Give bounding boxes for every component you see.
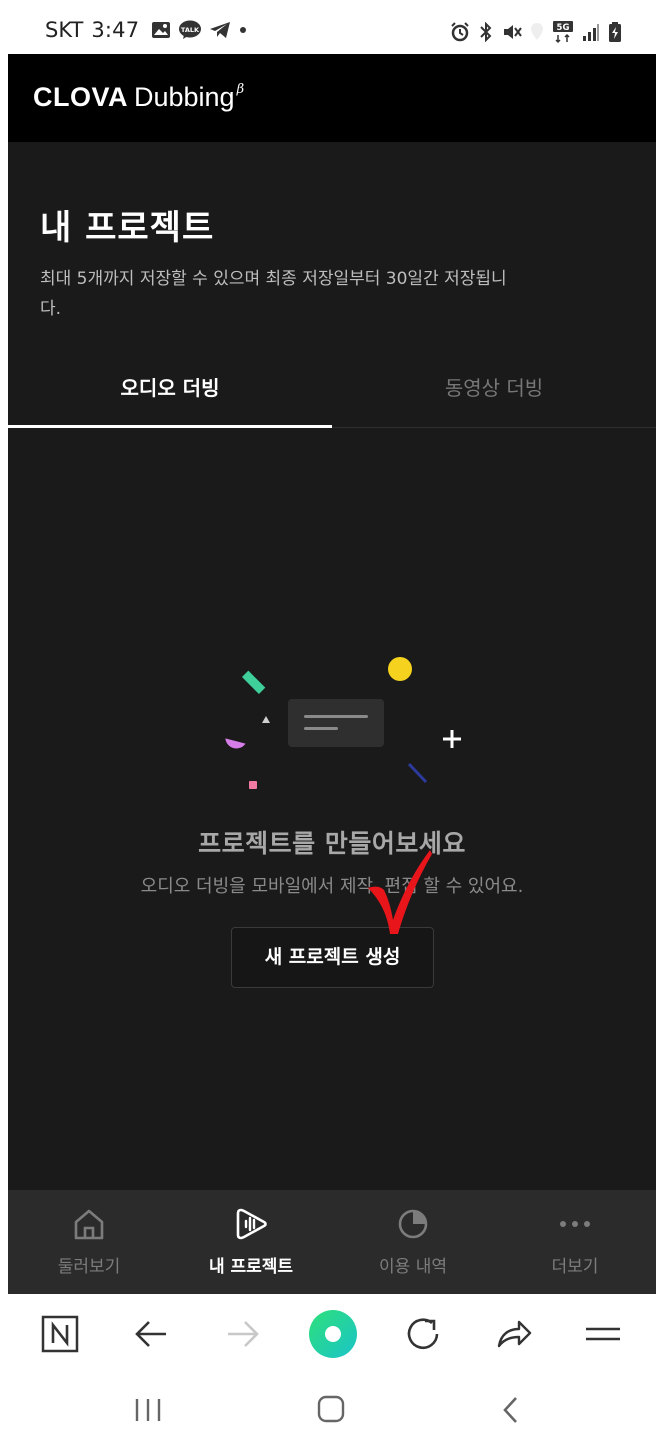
page-title: 내 프로젝트: [40, 208, 215, 248]
nav-item-my-projects[interactable]: 내 프로젝트: [170, 1190, 332, 1294]
project-play-icon: [236, 1208, 267, 1240]
active-tab-indicator: [8, 425, 332, 428]
logo-dubbing: Dubbing: [134, 82, 235, 112]
confetti-pink-square: [249, 781, 257, 789]
confetti-green-bar: [241, 670, 266, 695]
confetti-navy-line: [407, 762, 428, 784]
refresh-icon[interactable]: [401, 1312, 445, 1356]
network-label: 5G: [557, 23, 570, 33]
telegram-icon: [210, 22, 231, 38]
empty-state-illustration: [225, 657, 461, 789]
kakaotalk-icon: TALK: [179, 20, 202, 39]
nav-label: 더보기: [551, 1257, 599, 1277]
back-icon[interactable]: [491, 1392, 531, 1428]
nav-item-explore[interactable]: 둘러보기: [8, 1190, 170, 1294]
gallery-icon: [152, 22, 171, 38]
illustration-card: [288, 699, 384, 747]
status-bar: SKT 3:47 TALK 5G: [8, 8, 656, 54]
alarm-icon: [451, 22, 469, 42]
home-icon: [74, 1209, 104, 1240]
pie-chart-icon: [398, 1209, 428, 1239]
status-left: SKT 3:47 TALK: [45, 18, 248, 42]
clova-dubbing-logo[interactable]: CLOVA Dubbing β: [33, 82, 244, 113]
back-arrow-icon[interactable]: [130, 1312, 174, 1356]
clock: 3:47: [91, 18, 140, 42]
bottom-navigation: 둘러보기 내 프로젝트 이용 내역 더보기: [8, 1190, 656, 1294]
logo-beta: β: [236, 82, 245, 97]
browser-toolbar: [8, 1294, 656, 1374]
empty-state-title: 프로젝트를 만들어보세요: [198, 829, 466, 858]
location-icon: [531, 23, 543, 40]
confetti-purple-semicircle: [225, 738, 246, 749]
naver-home-icon[interactable]: [38, 1312, 82, 1356]
battery-icon: [609, 22, 621, 42]
illustration-card-line-1: [304, 715, 368, 718]
notification-icons: TALK: [151, 20, 248, 40]
confetti-yellow-circle: [388, 657, 412, 681]
status-right: 5G: [450, 20, 622, 44]
recent-apps-icon[interactable]: [128, 1392, 168, 1428]
carrier: SKT: [45, 18, 84, 42]
signal-icon: [583, 24, 599, 41]
share-icon[interactable]: [491, 1312, 535, 1356]
nav-label: 이용 내역: [379, 1257, 447, 1277]
forward-arrow-icon[interactable]: [220, 1312, 264, 1356]
logo-clova: CLOVA: [33, 82, 128, 112]
app-frame: SKT 3:47 TALK 5G CLOVA Dubbing β 내 프로젝트 …: [8, 8, 656, 1448]
illustration-card-line-2: [304, 727, 338, 730]
dot-icon: [240, 27, 247, 33]
nav-label: 둘러보기: [57, 1257, 121, 1277]
mute-icon: [504, 25, 522, 39]
app-header: CLOVA Dubbing β: [8, 54, 656, 142]
nav-item-more[interactable]: 더보기: [494, 1190, 656, 1294]
network-5g-icon: 5G: [553, 21, 573, 44]
home-button-icon[interactable]: [311, 1392, 351, 1428]
new-project-button[interactable]: 새 프로젝트 생성: [231, 927, 434, 988]
system-navigation-bar: [8, 1374, 656, 1448]
green-dot-button[interactable]: [307, 1308, 359, 1360]
more-dots-icon: [560, 1221, 590, 1227]
empty-state-subtitle: 오디오 더빙을 모바일에서 제작, 편집 할 수 있어요.: [140, 876, 524, 897]
tab-audio-dubbing[interactable]: 오디오 더빙: [8, 360, 332, 428]
page-description: 최대 5개까지 저장할 수 있으며 최종 저장일부터 30일간 저장됩니다.: [40, 269, 507, 319]
kakao-badge: TALK: [181, 26, 200, 34]
nav-item-usage-history[interactable]: 이용 내역: [332, 1190, 494, 1294]
tab-bar: 오디오 더빙 동영상 더빙: [8, 360, 656, 428]
nav-label: 내 프로젝트: [208, 1257, 294, 1277]
menu-icon[interactable]: [581, 1312, 625, 1356]
tab-video-dubbing[interactable]: 동영상 더빙: [332, 360, 656, 428]
bluetooth-icon: [480, 22, 492, 42]
confetti-plus: [443, 730, 461, 748]
confetti-triangle: [262, 716, 270, 723]
